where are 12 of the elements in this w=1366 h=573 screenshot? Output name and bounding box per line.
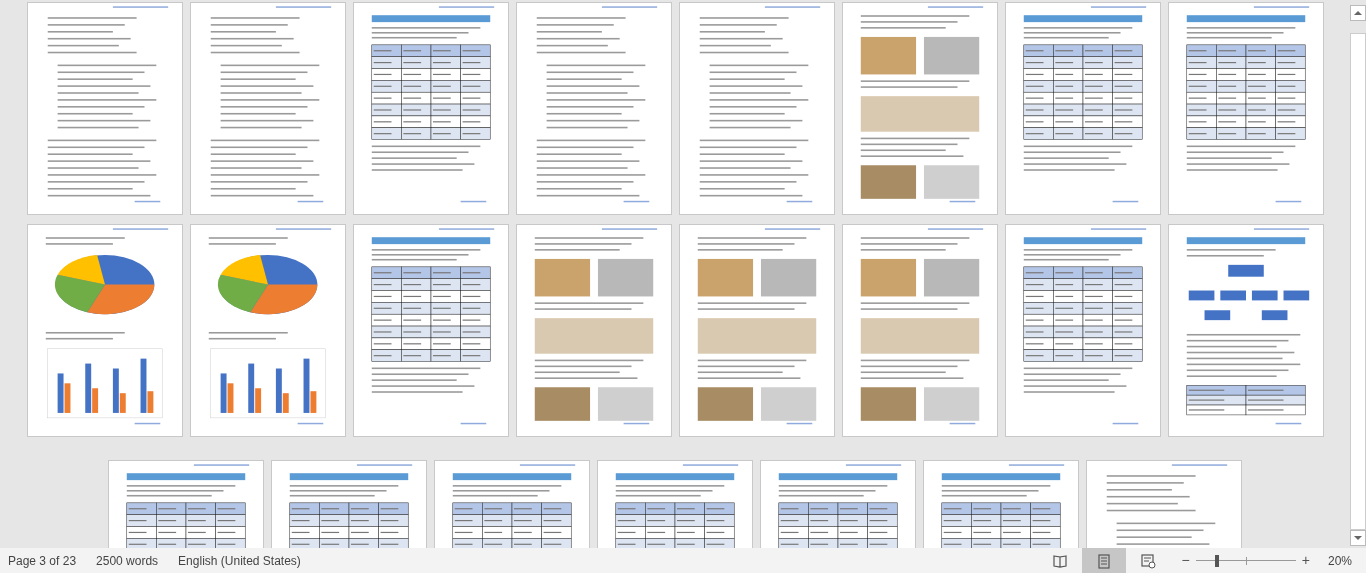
zoom-level[interactable]: 20% bbox=[1327, 551, 1352, 570]
zoom-out-button[interactable]: − bbox=[1181, 550, 1190, 571]
zoom-slider-thumb[interactable] bbox=[1214, 554, 1219, 567]
zoom-in-button[interactable]: + bbox=[1301, 550, 1310, 571]
word-count[interactable]: 2500 words bbox=[96, 551, 159, 570]
scroll-up-icon[interactable] bbox=[1350, 5, 1366, 21]
scroll-down-icon[interactable] bbox=[1350, 530, 1366, 546]
page-count[interactable]: Page 3 of 23 bbox=[8, 551, 77, 570]
language[interactable]: English (United States) bbox=[178, 551, 301, 570]
web-page-icon bbox=[1138, 551, 1157, 570]
zoom-slider[interactable] bbox=[1195, 554, 1296, 567]
print-layout-button[interactable] bbox=[1081, 548, 1126, 573]
